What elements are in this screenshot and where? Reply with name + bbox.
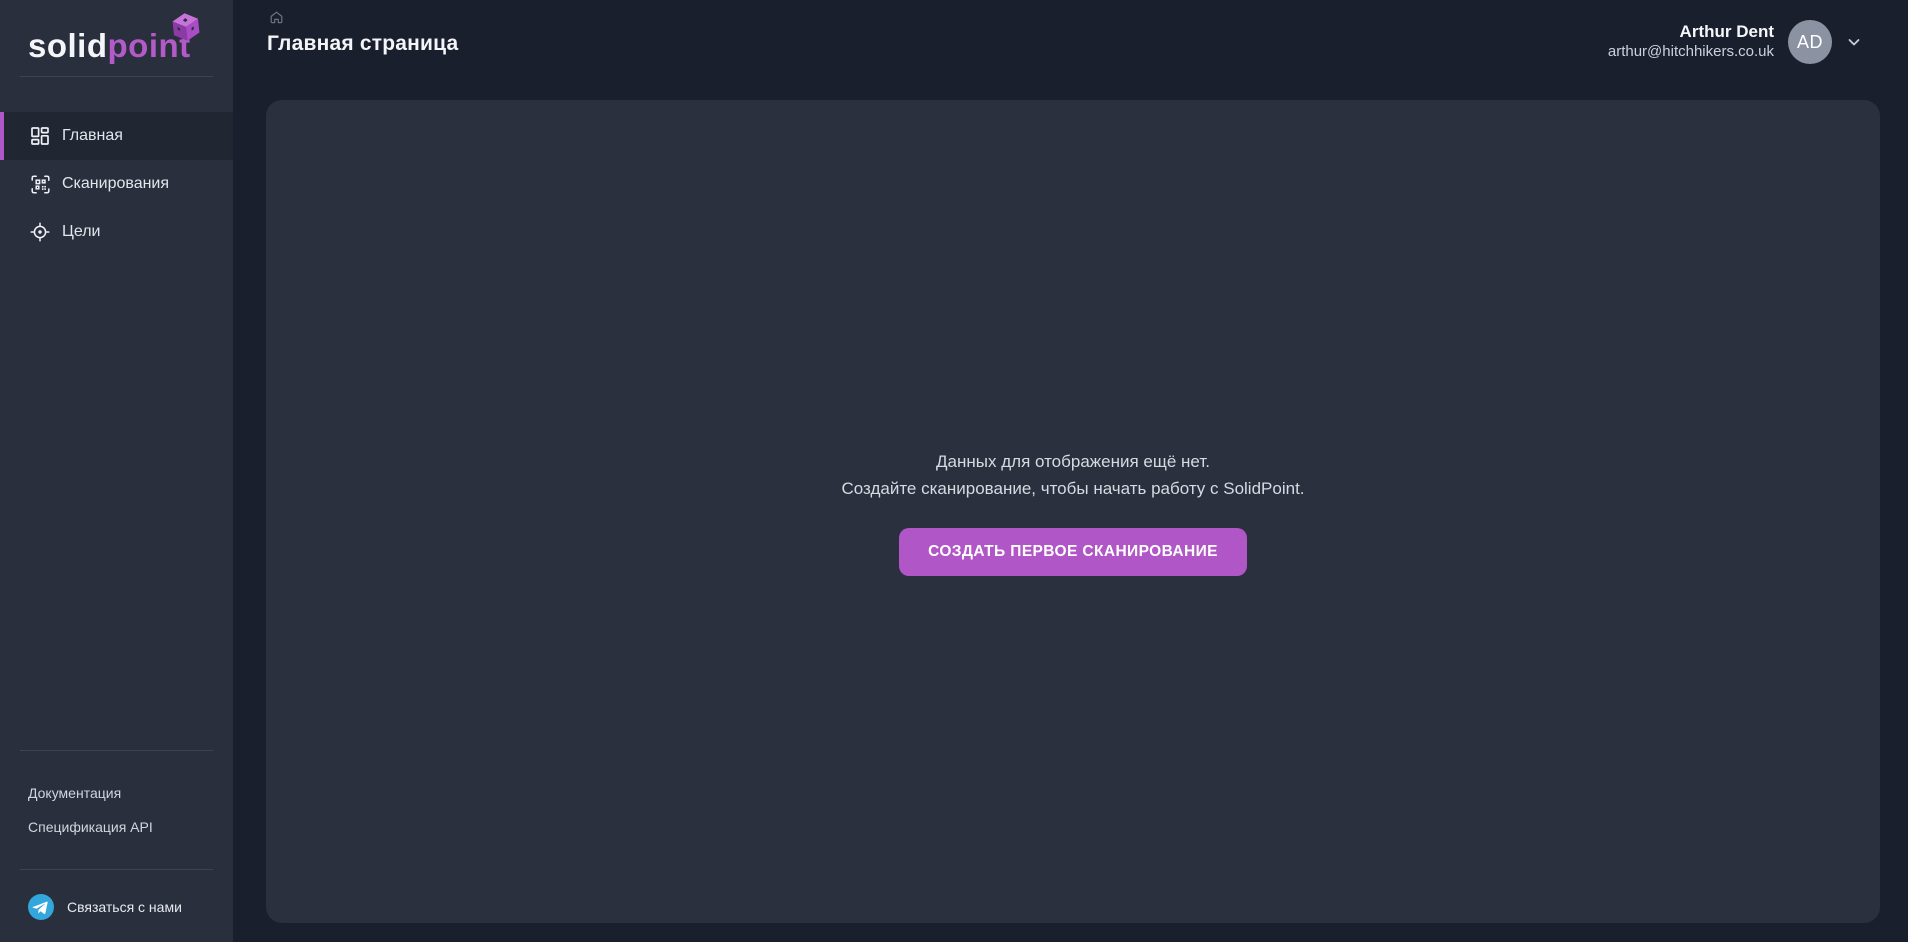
sidebar-footer: Документация Спецификация API Связаться … <box>0 750 233 942</box>
empty-state-line2: Создайте сканирование, чтобы начать рабо… <box>841 478 1305 498</box>
brand-text-solid: solid <box>28 27 108 64</box>
user-menu[interactable]: Arthur Dent arthur@hitchhikers.co.uk AD <box>1608 20 1862 64</box>
user-info: Arthur Dent arthur@hitchhikers.co.uk <box>1608 22 1774 62</box>
sidebar-divider-top <box>20 76 213 77</box>
qr-scan-icon <box>30 174 50 194</box>
cube-logo-icon <box>170 12 202 47</box>
contact-us-label: Связаться с нами <box>67 899 182 915</box>
sidebar-nav: Главная Сканирования Цели <box>0 112 233 256</box>
page-title: Главная страница <box>267 32 459 55</box>
api-spec-link[interactable]: Спецификация API <box>28 819 233 835</box>
user-email: arthur@hitchhikers.co.uk <box>1607 43 1774 60</box>
sidebar-item-label: Главная <box>62 127 123 144</box>
sidebar-item-label: Цели <box>62 223 101 240</box>
sidebar-item-scans[interactable]: Сканирования <box>0 160 233 208</box>
docs-link[interactable]: Документация <box>28 785 233 801</box>
telegram-icon <box>28 894 54 920</box>
content-card: Данных для отображения ещё нет. Создайте… <box>266 100 1880 923</box>
brand-text: solidpoint <box>28 27 191 64</box>
app-root: solidpoint Главная Сканирования Цели Док… <box>0 0 1908 942</box>
sidebar-item-home[interactable]: Главная <box>0 112 233 160</box>
sidebar-item-label: Сканирования <box>62 175 170 192</box>
create-first-scan-button[interactable]: СОЗДАТЬ ПЕРВОЕ СКАНИРОВАНИЕ <box>899 527 1247 576</box>
chevron-down-icon[interactable] <box>1846 34 1862 50</box>
user-name: Arthur Dent <box>1679 22 1774 41</box>
dashboard-icon <box>30 127 50 145</box>
avatar[interactable]: AD <box>1788 20 1832 64</box>
sidebar: solidpoint Главная Сканирования Цели Док… <box>0 0 233 942</box>
empty-state-line1: Данных для отображения ещё нет. <box>936 451 1210 471</box>
brand-logo[interactable]: solidpoint <box>0 0 233 76</box>
page-header: Главная страница Arthur Dent arthur@hitc… <box>266 0 1880 100</box>
home-icon <box>269 10 284 30</box>
sidebar-footer-links: Документация Спецификация API <box>0 751 233 869</box>
breadcrumb-home[interactable] <box>269 10 284 30</box>
target-icon <box>30 222 50 242</box>
main-area: Главная страница Arthur Dent arthur@hitc… <box>233 0 1908 942</box>
contact-us-link[interactable]: Связаться с нами <box>0 870 233 942</box>
sidebar-item-targets[interactable]: Цели <box>0 208 233 256</box>
